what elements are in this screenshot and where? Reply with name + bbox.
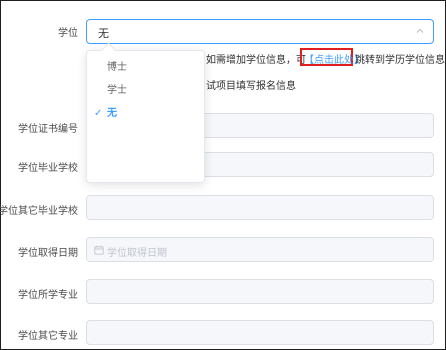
other-school-label: 学位其它毕业学校 — [0, 206, 78, 217]
major-input[interactable] — [86, 279, 434, 304]
degree-date-picker[interactable]: 学位取得日期 — [86, 237, 434, 262]
other-major-label: 学位其它专业 — [18, 331, 78, 342]
check-icon: ✓ — [94, 108, 103, 119]
other-major-input[interactable] — [86, 320, 434, 345]
date-label: 学位取得日期 — [18, 248, 78, 259]
hint-text-before: 如需增加学位信息，可 — [206, 55, 306, 66]
degree-option-bachelor[interactable]: 学士 — [87, 80, 204, 102]
click-here-link-highlight: 【点击此处】 — [300, 48, 364, 66]
degree-option-none[interactable]: ✓ 无 — [87, 103, 204, 125]
degree-dropdown-menu: 博士 学士 ✓ 无 — [86, 42, 205, 183]
hint-text-line2: 试项目填写报名信息 — [206, 81, 296, 92]
other-school-input[interactable] — [86, 195, 434, 220]
hint-text-after: 跳转到学历学位信息 — [355, 55, 445, 66]
grad-school-label: 学位毕业学校 — [18, 163, 78, 174]
date-placeholder: 学位取得日期 — [107, 248, 167, 259]
calendar-icon — [94, 245, 104, 255]
degree-select-value: 无 — [98, 27, 109, 40]
degree-option-doctor[interactable]: 博士 — [87, 57, 204, 79]
major-label: 学位所学专业 — [18, 290, 78, 301]
degree-select[interactable]: 无 — [86, 19, 434, 44]
chevron-up-icon — [416, 28, 424, 33]
degree-label: 学位 — [58, 28, 78, 39]
cert-number-label: 学位证书编号 — [18, 124, 78, 135]
